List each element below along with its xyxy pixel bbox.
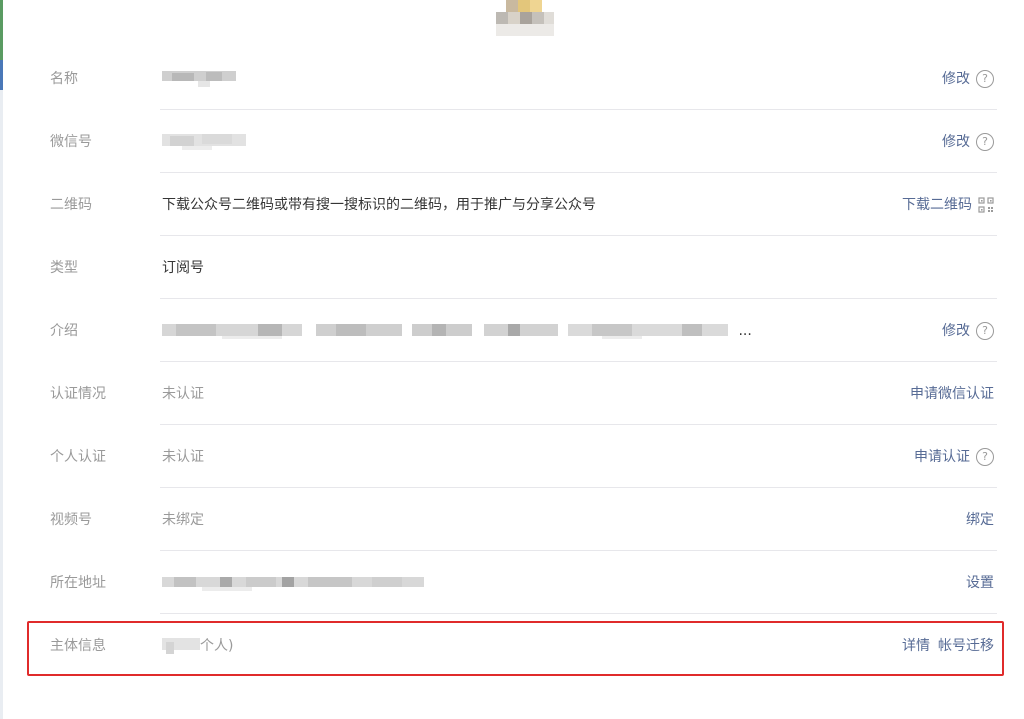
info-row-channels: 视频号 未绑定 绑定 (0, 488, 1024, 551)
info-row-entity: 主体信息 个人) 详情 帐号迁移 (0, 614, 1024, 677)
question-circle-icon[interactable]: ? (976, 133, 994, 151)
row-label: 介绍 (50, 323, 78, 339)
info-row-verification: 认证情况 未认证 申请微信认证 (0, 362, 1024, 425)
intro-ellipsis: ... (738, 323, 752, 339)
redacted-blur (162, 71, 236, 87)
entity-type-text: 个人) (200, 638, 234, 654)
account-info-list: 名称 修改 ? 微信号 修改 ? 二维码 下载公众号二维码或带有搜一搜标识的二维… (0, 47, 1024, 677)
name-value-redacted (162, 71, 236, 87)
account-migration-link[interactable]: 帐号迁移 (938, 636, 994, 656)
info-row-qrcode: 二维码 下载公众号二维码或带有搜一搜标识的二维码，用于推广与分享公众号 下载二维… (0, 173, 1024, 236)
row-label: 个人认证 (50, 449, 106, 465)
redacted-blur (162, 638, 200, 654)
wechat-id-value-redacted (162, 134, 246, 150)
set-address-link[interactable]: 设置 (966, 573, 994, 593)
question-circle-icon[interactable]: ? (976, 322, 994, 340)
address-value-redacted (162, 575, 424, 591)
redacted-blur (162, 575, 424, 591)
row-label: 二维码 (50, 197, 92, 213)
qrcode-description: 下载公众号二维码或带有搜一搜标识的二维码，用于推广与分享公众号 (162, 197, 596, 213)
row-label: 名称 (50, 71, 78, 87)
intro-value-redacted: ... (162, 323, 752, 339)
question-circle-icon[interactable]: ? (976, 448, 994, 466)
entity-value: 个人) (162, 638, 233, 654)
info-row-type: 类型 订阅号 (0, 236, 1024, 299)
personal-verification-status: 未认证 (162, 449, 204, 465)
account-avatar (496, 0, 556, 36)
info-row-personal-verification: 个人认证 未认证 申请认证 ? (0, 425, 1024, 488)
entity-details-link[interactable]: 详情 (902, 636, 930, 656)
row-label: 主体信息 (50, 638, 106, 654)
redacted-blur (162, 134, 246, 150)
channels-status: 未绑定 (162, 512, 204, 528)
type-value: 订阅号 (162, 260, 204, 276)
edit-intro-link[interactable]: 修改 (942, 321, 970, 341)
redacted-blur (162, 323, 728, 339)
apply-verification-link[interactable]: 申请认证 (914, 447, 970, 467)
info-row-intro: 介绍 ... 修改 ? (0, 299, 1024, 362)
edit-name-link[interactable]: 修改 (942, 69, 970, 89)
row-label: 类型 (50, 260, 78, 276)
row-label: 微信号 (50, 134, 92, 150)
apply-wechat-verification-link[interactable]: 申请微信认证 (910, 384, 994, 404)
edit-wechat-id-link[interactable]: 修改 (942, 132, 970, 152)
question-circle-icon[interactable]: ? (976, 70, 994, 88)
bind-channels-link[interactable]: 绑定 (966, 510, 994, 530)
download-qrcode-link[interactable]: 下载二维码 (902, 195, 972, 215)
row-label: 所在地址 (50, 575, 106, 591)
info-row-name: 名称 修改 ? (0, 47, 1024, 110)
row-label: 认证情况 (50, 386, 106, 402)
qr-code-icon[interactable] (978, 197, 994, 213)
info-row-wechat-id: 微信号 修改 ? (0, 110, 1024, 173)
info-row-address: 所在地址 设置 (0, 551, 1024, 614)
row-label: 视频号 (50, 512, 92, 528)
verification-status: 未认证 (162, 386, 204, 402)
